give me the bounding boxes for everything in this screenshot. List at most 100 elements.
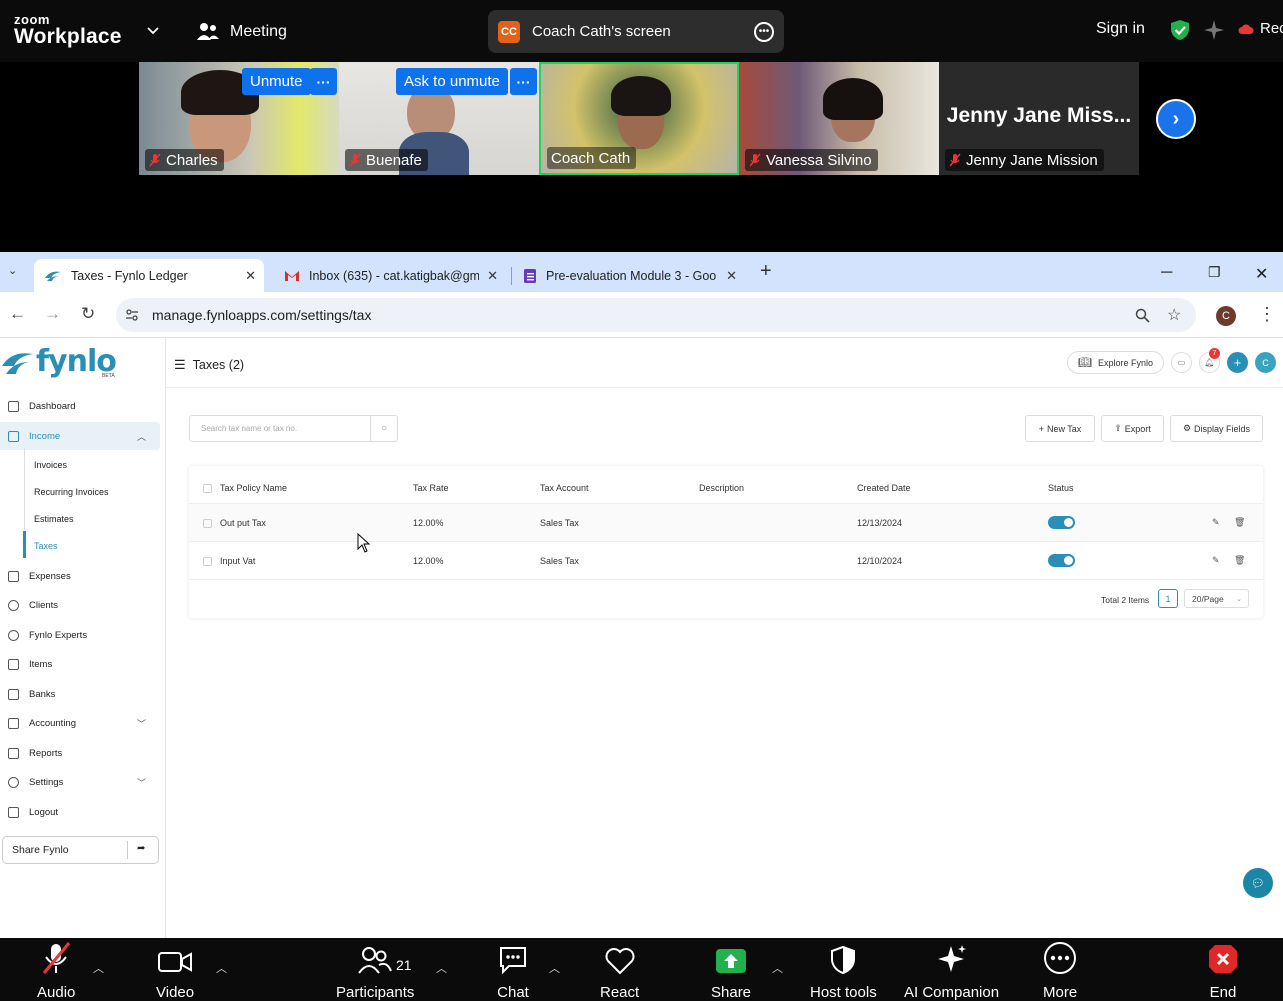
search-input[interactable]: Search tax name or tax no. ○ [189, 415, 398, 442]
sidebar-item-dashboard[interactable]: Dashboard [0, 392, 160, 420]
url-field[interactable]: manage.fynloapps.com/settings/tax ☆ [116, 298, 1196, 332]
table-row[interactable] [189, 504, 1263, 542]
sidebar-item-reports[interactable]: Reports [0, 739, 160, 767]
bookmark-star-icon[interactable]: ☆ [1167, 305, 1181, 325]
sign-in-link[interactable]: Sign in [1096, 20, 1145, 38]
pagination-page-1[interactable]: 1 [1158, 589, 1178, 608]
more-button[interactable]: More [1043, 938, 1077, 1001]
sidebar-sub-recurring-invoices[interactable]: Recurring Invoices [34, 478, 109, 505]
page-size-select[interactable]: 20/Page ⌄ [1184, 589, 1249, 608]
select-all-checkbox[interactable] [203, 484, 212, 493]
sidebar-item-settings[interactable]: Settings ﹀ [0, 768, 160, 796]
ai-companion-button[interactable]: AI Companion [904, 938, 999, 1001]
sidebar-sub-estimates[interactable]: Estimates [34, 505, 74, 532]
ask-to-unmute-button[interactable]: Ask to unmute [396, 68, 508, 95]
sidebar-item-items[interactable]: Items [0, 650, 160, 678]
sidebar-item-income[interactable]: Income ︿ [0, 422, 160, 450]
add-icon[interactable]: + [1227, 352, 1248, 373]
sidebar-item-accounting[interactable]: Accounting ﹀ [0, 709, 160, 737]
host-tools-button[interactable]: Host tools [810, 938, 877, 1001]
share-screen-button[interactable]: Share [711, 938, 751, 1001]
ai-sparkle-icon[interactable] [1203, 19, 1225, 41]
end-meeting-button[interactable]: End [1207, 938, 1239, 1001]
close-tab-icon[interactable]: ✕ [726, 268, 737, 284]
sidebar-label: Items [29, 658, 53, 670]
audio-options-caret-icon[interactable]: ︿ [93, 960, 104, 976]
row-checkbox[interactable] [203, 557, 212, 566]
share-options-caret-icon[interactable]: ︿ [772, 960, 783, 976]
video-icon[interactable]: ▭ [1171, 352, 1192, 373]
participant-tile[interactable]: Jenny Jane Miss... Jenny Jane Mission [939, 62, 1139, 175]
export-button[interactable]: ⇪ Export [1101, 415, 1164, 442]
site-settings-icon[interactable] [125, 308, 139, 322]
user-avatar[interactable]: C [1255, 352, 1276, 373]
status-toggle[interactable] [1048, 554, 1075, 567]
sidebar-item-banks[interactable]: Banks [0, 680, 160, 708]
forward-arrow-icon[interactable]: → [44, 304, 61, 324]
browser-menu-icon[interactable]: ⋮ [1258, 304, 1276, 325]
sidebar-item-expenses[interactable]: Expenses [0, 562, 160, 590]
tab-gmail[interactable]: Inbox (635) - cat.katigbak@gm ✕ [274, 259, 506, 292]
video-options-caret-icon[interactable]: ︿ [216, 960, 227, 976]
zoom-magnifier-icon[interactable] [1135, 308, 1150, 323]
chat-options-caret-icon[interactable]: ︿ [549, 960, 560, 976]
edit-icon[interactable]: ✎ [1212, 517, 1220, 528]
share-icon[interactable]: ➦ [137, 843, 145, 854]
search-icon[interactable]: ○ [370, 416, 397, 441]
sidebar-sub-taxes[interactable]: Taxes [34, 532, 58, 559]
close-window-icon[interactable]: ✕ [1255, 264, 1268, 284]
participant-tile[interactable]: Vanessa Silvino [739, 62, 939, 175]
share-fynlo-button[interactable]: Share Fynlo ➦ [2, 836, 159, 864]
delete-icon[interactable]: 🗑︎ [1234, 555, 1245, 566]
menu-toggle-icon[interactable]: ☰ [174, 357, 186, 373]
new-tax-button[interactable]: + New Tax [1025, 415, 1095, 442]
recording-indicator[interactable]: Rec [1238, 20, 1283, 37]
chat-support-icon[interactable]: 💬︎ [1243, 868, 1273, 898]
new-tab-plus-icon[interactable]: + [760, 260, 772, 283]
tab-search-chevron-icon[interactable]: ⌄ [8, 264, 17, 277]
audio-button[interactable]: Audio [37, 938, 75, 1001]
zoom-logo-workplace: Workplace [14, 25, 122, 48]
restore-icon[interactable]: ❐ [1208, 264, 1221, 281]
participant-tile-active[interactable]: Coach Cath [539, 62, 739, 175]
participants-options-caret-icon[interactable]: ︿ [436, 960, 447, 976]
video-button[interactable]: Video [156, 938, 194, 1001]
minimize-icon[interactable]: ─ [1161, 264, 1172, 282]
meeting-button[interactable]: Meeting [196, 18, 287, 46]
next-page-arrow-icon[interactable]: › [1156, 99, 1196, 139]
sidebar-item-logout[interactable]: Logout [0, 798, 160, 826]
chat-button[interactable]: Chat [497, 938, 529, 1001]
unmute-button[interactable]: Unmute [242, 68, 311, 95]
react-button[interactable]: React [600, 938, 639, 1001]
chevron-down-icon[interactable] [146, 24, 160, 38]
close-tab-icon[interactable]: ✕ [245, 268, 256, 284]
tab-taxes[interactable]: Taxes - Fynlo Ledger ✕ [34, 259, 264, 292]
reload-icon[interactable]: ↻ [81, 304, 95, 324]
delete-icon[interactable]: 🗑︎ [1234, 517, 1245, 528]
tile-more-button[interactable]: ··· [310, 68, 337, 95]
edit-icon[interactable]: ✎ [1212, 555, 1220, 566]
sidebar: fynlo BETA Dashboard Income ︿ Invoices Re… [0, 338, 166, 938]
sidebar-sub-invoices[interactable]: Invoices [34, 451, 67, 478]
explore-fynlo-button[interactable]: 📖︎ Explore Fynlo [1067, 351, 1164, 374]
back-arrow-icon[interactable]: ← [9, 304, 26, 324]
status-toggle[interactable] [1048, 516, 1075, 529]
cell-account: Sales Tax [540, 556, 579, 566]
sidebar-item-clients[interactable]: Clients [0, 591, 160, 619]
tab-forms[interactable]: Pre-evaluation Module 3 - Goo ✕ [513, 259, 745, 292]
tile-more-button[interactable]: ··· [510, 68, 537, 95]
more-options-icon[interactable]: ••• [754, 21, 774, 42]
row-checkbox[interactable] [203, 519, 212, 528]
sidebar-item-fynlo-experts[interactable]: Fynlo Experts [0, 621, 160, 649]
book-icon: 📖︎ [1078, 357, 1092, 369]
search-placeholder: Search tax name or tax no. [201, 424, 298, 433]
participant-tile[interactable]: Ask to unmute ··· Buenafe [339, 62, 539, 175]
sidebar-label: Reports [29, 747, 63, 759]
close-tab-icon[interactable]: ✕ [487, 268, 498, 284]
screen-share-indicator[interactable]: CC Coach Cath's screen ••• [488, 10, 784, 53]
participant-tile[interactable]: Unmute ··· Charles [139, 62, 339, 175]
mouse-cursor-icon [357, 533, 371, 553]
profile-avatar[interactable]: C [1216, 306, 1236, 326]
display-fields-button[interactable]: ⚙︎ Display Fields [1170, 415, 1263, 442]
security-shield-icon[interactable] [1169, 19, 1191, 41]
